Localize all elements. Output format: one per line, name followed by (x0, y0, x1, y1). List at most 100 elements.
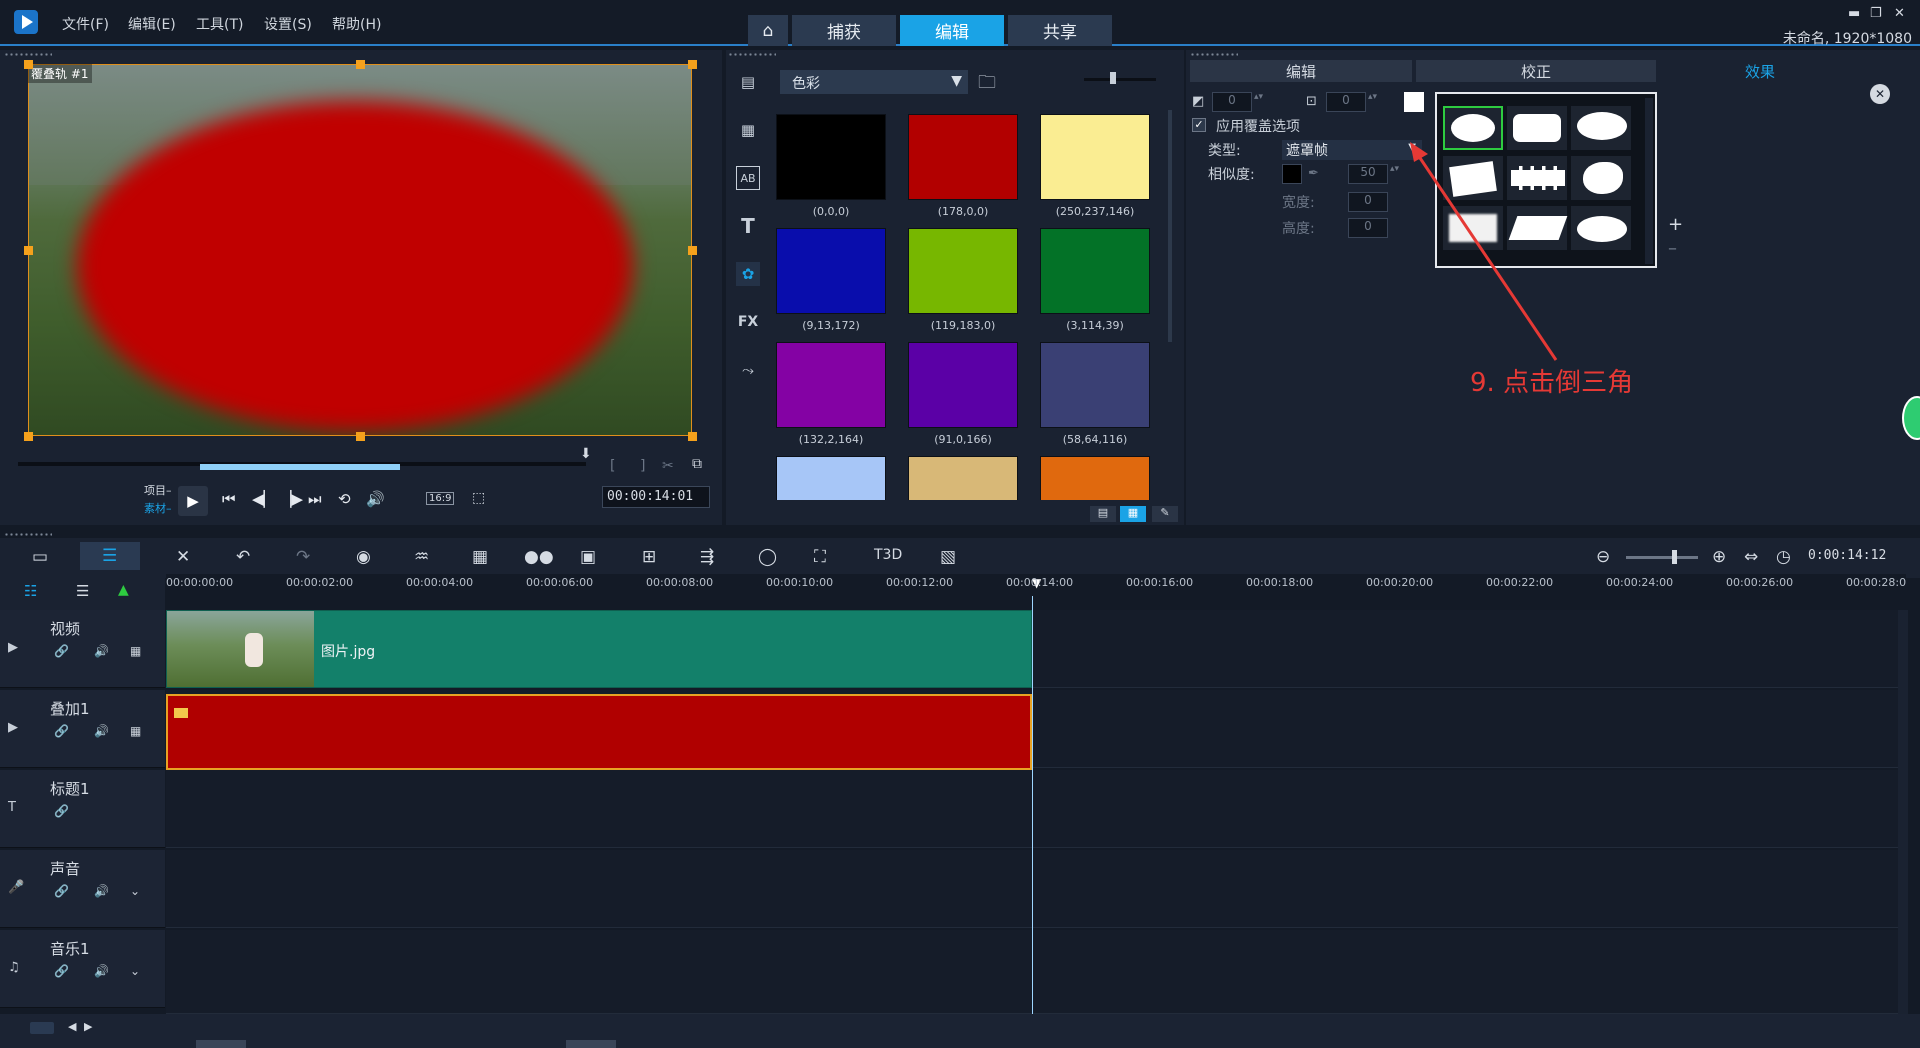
go-start-icon[interactable]: ⏮ (222, 490, 236, 508)
mask-creator-icon[interactable]: ◯ (758, 547, 777, 567)
trim-selection[interactable] (200, 464, 400, 470)
expand-icon[interactable]: ⌄ (130, 964, 140, 978)
slider-thumb[interactable] (1110, 72, 1116, 84)
go-end-icon[interactable]: ⏭ (308, 490, 322, 508)
multi-camera-icon[interactable]: ⊞ (642, 547, 656, 567)
edit-icon[interactable]: ✎ (1152, 506, 1178, 522)
undo-icon[interactable]: ↶ (236, 547, 250, 567)
stepper-icon[interactable]: ▴▾ (1390, 164, 1399, 174)
tools-icon[interactable]: ✕ (176, 547, 190, 567)
thumbnail-view-icon[interactable]: ▦ (1120, 506, 1146, 522)
track-header-music[interactable]: ♫ 音乐1 🔗 🔊 ⌄ (0, 930, 165, 1008)
minimize-icon[interactable]: ▬ (1848, 6, 1860, 21)
crop-mode-icon[interactable]: ⬚ (472, 490, 485, 506)
color-swatch-item[interactable]: (91,0,166) (898, 336, 1022, 446)
scrub-marker-icon[interactable]: ⬇ (580, 446, 592, 462)
home-tab[interactable]: ⌂ (748, 15, 788, 46)
tab-capture[interactable]: 捕获 (792, 15, 896, 46)
close-icon[interactable]: ✕ (1894, 6, 1905, 21)
track-header-overlay[interactable]: ▶ 叠加1 🔗 🔊 ▦ (0, 690, 165, 768)
instant-project-icon[interactable]: ▦ (736, 118, 760, 142)
record-capture-icon[interactable]: ◉ (356, 547, 371, 567)
auto-music-icon[interactable]: ▦ (472, 547, 488, 567)
3d-title-icon[interactable]: T3D (874, 547, 902, 563)
remove-mask-icon[interactable]: – (1668, 238, 1677, 259)
list-view-icon[interactable]: ▤ (1090, 506, 1116, 522)
add-folder-icon[interactable]: 🗀 (978, 70, 996, 100)
graphics-icon[interactable]: ✿ (736, 262, 760, 286)
add-remove-chapter-icon[interactable]: ☰ (76, 582, 89, 600)
zoom-slider[interactable] (1626, 556, 1698, 559)
zoom-in-icon[interactable]: ⊕ (1712, 547, 1726, 567)
mask-blob[interactable] (1571, 156, 1631, 200)
menu-edit[interactable]: 编辑(E) (128, 14, 176, 34)
prev-frame-icon[interactable]: ◀▏ (252, 490, 275, 508)
ripple-icon[interactable]: ▦ (130, 724, 141, 738)
project-mode-label[interactable]: 项目– (144, 482, 172, 498)
color-swatch-item[interactable] (898, 450, 1022, 500)
tab-edit[interactable]: 编辑 (900, 15, 1004, 46)
color-swatch-item[interactable]: (9,13,172) (766, 222, 890, 332)
aspect-ratio-button[interactable]: 16:9 (426, 492, 455, 505)
similarity-input[interactable]: 50 (1348, 164, 1388, 184)
add-mask-icon[interactable]: + (1668, 214, 1683, 235)
color-swatch-item[interactable]: (0,0,0) (766, 108, 890, 218)
video-clip[interactable]: 图片.jpg (166, 610, 1032, 688)
mute-icon[interactable]: 🔊 (94, 884, 109, 898)
mute-icon[interactable]: 🔊 (94, 644, 109, 658)
resize-handle[interactable] (24, 432, 33, 441)
ripple-edit-icon[interactable]: ▲ (118, 582, 129, 598)
menu-file[interactable]: 文件(F) (62, 14, 109, 34)
tab-share[interactable]: 共享 (1008, 15, 1112, 46)
link-icon[interactable]: 🔗 (54, 724, 69, 738)
similarity-color-swatch[interactable] (1282, 164, 1302, 184)
pan-zoom-icon[interactable]: ⛶ (814, 547, 826, 567)
mark-in-icon[interactable]: [ (610, 458, 615, 474)
fullscreen-icon[interactable]: ⧉ (692, 456, 702, 472)
mark-out-icon[interactable]: ] (640, 458, 645, 474)
resize-handle[interactable] (24, 246, 33, 255)
repeat-icon[interactable]: ⟲ (338, 490, 351, 508)
zoom-slider-thumb[interactable] (1672, 550, 1677, 564)
eyedropper-icon[interactable]: ✒ (1308, 166, 1319, 181)
timeline-timecode[interactable]: 0:00:14:12 (1808, 548, 1886, 563)
color-swatch-item[interactable]: (58,64,116) (1030, 336, 1154, 446)
color-swatch-item[interactable]: (250,237,146) (1030, 108, 1154, 218)
gallery-scrollbar[interactable] (1645, 98, 1653, 264)
volume-icon[interactable]: 🔊 (366, 490, 385, 508)
media-icon[interactable]: ▤ (736, 70, 760, 94)
width-input[interactable]: 0 (1348, 192, 1388, 212)
fx-icon[interactable]: FX (736, 310, 760, 334)
color-swatch-item[interactable] (1030, 450, 1154, 500)
fit-project-icon[interactable]: ⇔ (1744, 547, 1758, 567)
track-header-voice[interactable]: 🎤 声音 🔗 🔊 ⌄ (0, 850, 165, 928)
sound-mixer-icon[interactable]: ♒ (414, 547, 429, 567)
tab-options-effect[interactable]: 效果 (1660, 60, 1860, 82)
restore-icon[interactable]: ❐ (1870, 6, 1882, 21)
library-scrollbar[interactable] (1168, 110, 1172, 342)
speed-icon[interactable]: ⇶ (700, 547, 714, 567)
thumbnail-size-slider[interactable] (1084, 78, 1156, 81)
resize-handle[interactable] (688, 246, 697, 255)
preview-timecode[interactable]: 00:00:14:01 (602, 486, 710, 508)
close-options-icon[interactable]: ✕ (1870, 84, 1890, 104)
track-header-title[interactable]: T 标题1 🔗 (0, 770, 165, 848)
tab-options-correct[interactable]: 校正 (1416, 60, 1656, 82)
motion-tracking-icon[interactable]: ●● (524, 547, 554, 567)
next-frame-icon[interactable]: ▕▶ (280, 490, 303, 508)
project-length-icon[interactable] (30, 1022, 54, 1034)
timeline-view-button[interactable]: ☰ (80, 542, 140, 570)
menu-help[interactable]: 帮助(H) (332, 14, 381, 34)
apply-overlay-checkbox[interactable]: ✓ (1192, 118, 1206, 132)
scroll-right-icon[interactable]: ▶ (84, 1020, 92, 1033)
link-icon[interactable]: 🔗 (54, 804, 69, 818)
resize-handle[interactable] (24, 60, 33, 69)
scissors-icon[interactable]: ✂ (662, 458, 674, 474)
color-swatch-item[interactable] (766, 450, 890, 500)
horizontal-scroll-thumb[interactable] (196, 1040, 246, 1048)
track-manager-icon[interactable]: ☷ (24, 582, 37, 600)
mute-icon[interactable]: 🔊 (94, 724, 109, 738)
opacity-input[interactable]: 0 (1212, 92, 1252, 112)
path-icon[interactable]: ⤳ (736, 358, 760, 382)
preview-video[interactable] (28, 64, 692, 436)
